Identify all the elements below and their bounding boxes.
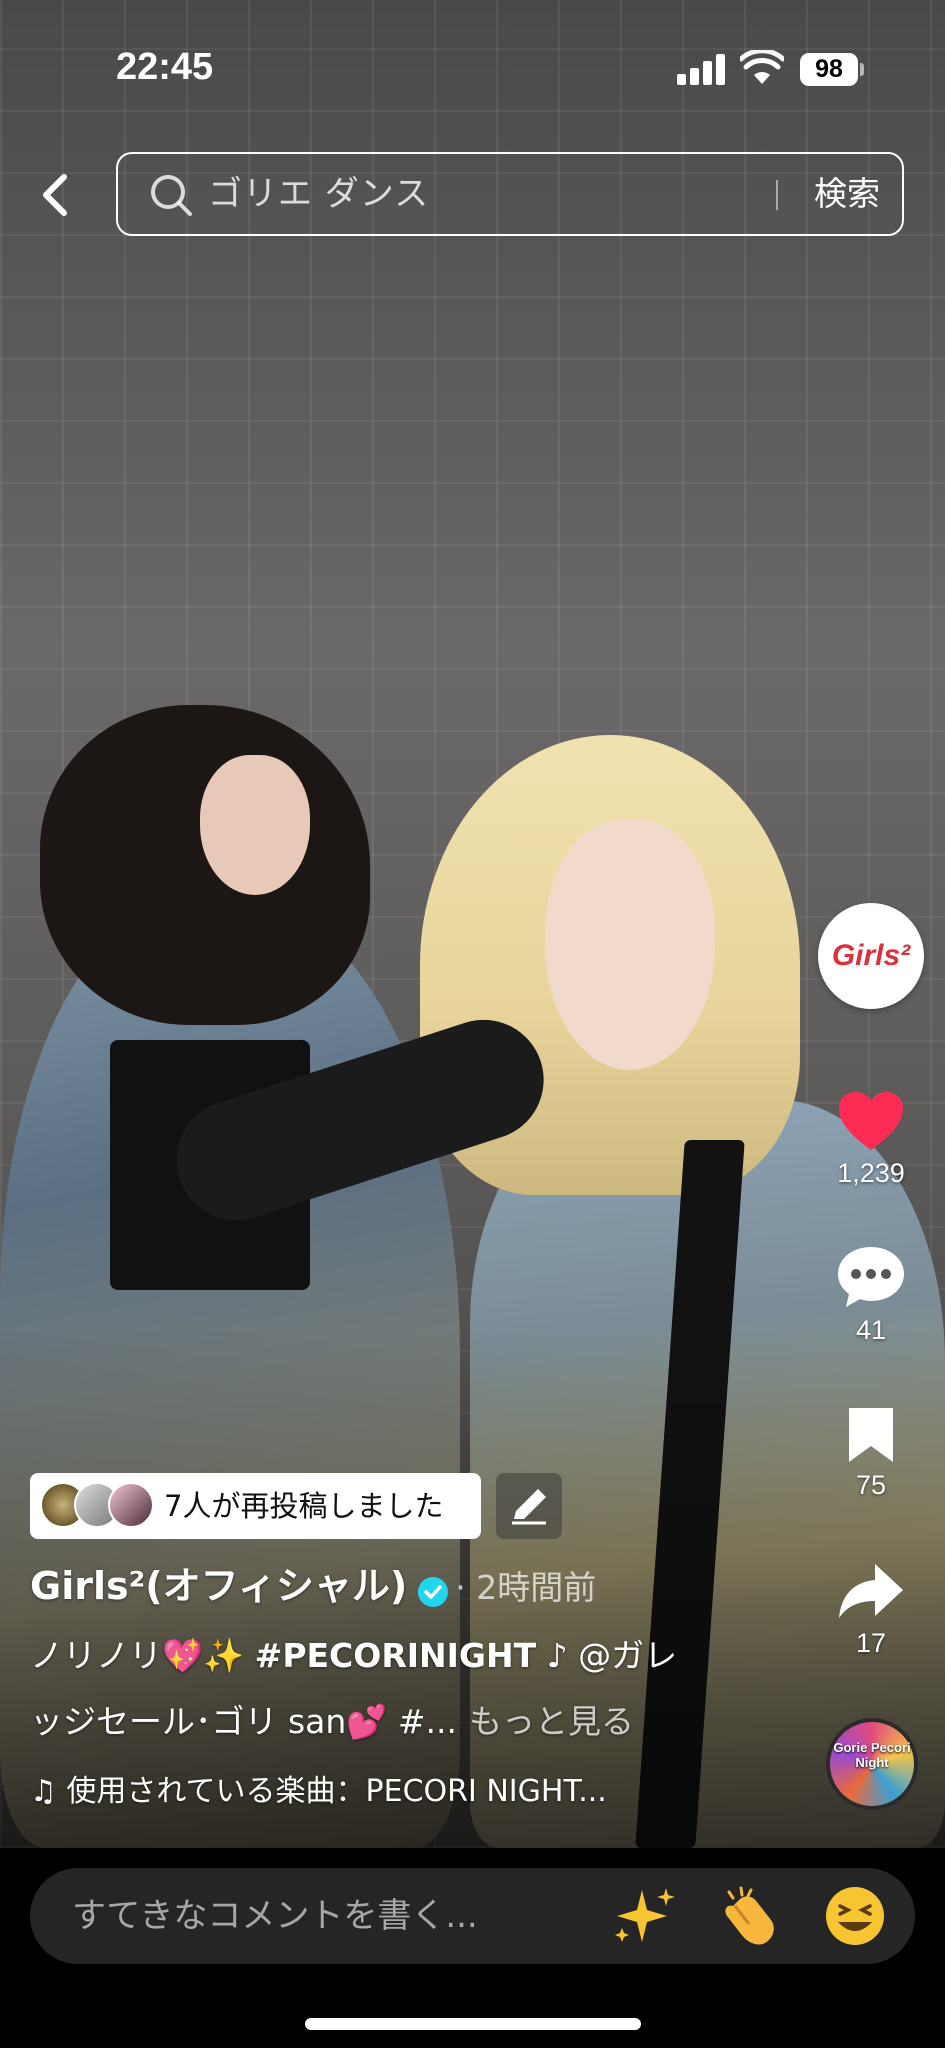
- caption-text: ッジセール･ゴリ san💕 #...: [30, 1702, 458, 1741]
- laughing-face-icon: [826, 1887, 884, 1945]
- share-arrow-icon: [839, 1564, 903, 1618]
- sparkles-icon: [615, 1888, 675, 1942]
- like-button[interactable]: 1,239: [816, 1088, 926, 1189]
- caption-line-2[interactable]: ッジセール･ゴリ san💕 #... もっと見る: [30, 1694, 634, 1750]
- edit-repost-button[interactable]: [496, 1473, 562, 1539]
- video-frame-detail: [40, 705, 370, 1025]
- see-more-link[interactable]: もっと見る: [469, 1702, 634, 1741]
- repost-banner[interactable]: 7人が再投稿しました: [30, 1473, 481, 1539]
- battery-cap: [860, 63, 864, 76]
- repost-avatar: [108, 1482, 154, 1528]
- status-bar: 22:45 98: [0, 0, 945, 140]
- creator-logo: Girls²: [831, 939, 911, 972]
- comment-input[interactable]: すてきなコメントを書く...: [30, 1868, 915, 1964]
- home-indicator[interactable]: [305, 2018, 641, 2030]
- music-disc-label: Gorie Pecori Night: [833, 1740, 911, 1770]
- comment-bar: すてきなコメントを書く...: [0, 1848, 945, 2048]
- caption-text: ノリノリ💖✨: [30, 1636, 255, 1675]
- post-time: · 2時間前: [455, 1568, 597, 1607]
- comment-placeholder: すてきなコメントを書く...: [72, 1896, 478, 1936]
- save-button[interactable]: 75: [816, 1404, 926, 1501]
- video-frame-detail: [545, 820, 715, 1070]
- video-frame-detail: [200, 755, 310, 895]
- search-button[interactable]: 検索: [794, 154, 900, 234]
- chevron-left-icon[interactable]: [28, 165, 82, 225]
- creator-avatar[interactable]: Girls²: [818, 903, 924, 1009]
- comment-button[interactable]: 41: [816, 1243, 926, 1346]
- pencil-icon: [512, 1489, 546, 1525]
- clapping-hands-icon: [725, 1886, 774, 1945]
- caption-line-1[interactable]: ノリノリ💖✨ #PECORINIGHT ♪ @ガレ: [30, 1628, 677, 1684]
- share-count: 17: [855, 1628, 887, 1658]
- signal-icon: [677, 53, 725, 85]
- status-time: 22:45: [116, 46, 214, 88]
- comment-count: 41: [855, 1315, 887, 1345]
- hashtag-link[interactable]: #PECORINIGHT: [255, 1636, 536, 1675]
- comment-icon: [838, 1247, 904, 1307]
- laughing-emoji-button[interactable]: [820, 1884, 890, 1948]
- wifi-icon: [740, 50, 784, 84]
- search-icon: [151, 175, 192, 216]
- heart-icon: [839, 1092, 903, 1150]
- like-count: 1,239: [837, 1158, 905, 1188]
- music-disc[interactable]: Gorie Pecori Night: [826, 1718, 918, 1810]
- author-line: Girls²(オフィシャル) · 2時間前: [30, 1560, 596, 1612]
- sparkles-emoji-button[interactable]: [610, 1884, 680, 1948]
- search-divider: [776, 180, 778, 210]
- search-input[interactable]: ゴリエ ダンス: [208, 154, 808, 234]
- music-info[interactable]: ♫ 使用されている楽曲：PECORI NIGHT...: [30, 1766, 607, 1818]
- repost-text: 7人が再投稿しました: [164, 1489, 444, 1523]
- author-name[interactable]: Girls²(オフィシャル): [30, 1564, 407, 1608]
- save-count: 75: [855, 1470, 887, 1500]
- clapping-emoji-button[interactable]: [715, 1884, 785, 1948]
- caption-text: ♪ @ガレ: [536, 1636, 678, 1675]
- search-bar[interactable]: ゴリエ ダンス 検索: [116, 152, 904, 236]
- verified-badge-icon: [418, 1576, 449, 1607]
- battery-icon: 98: [800, 53, 858, 86]
- bookmark-icon: [849, 1408, 893, 1462]
- share-button[interactable]: 17: [816, 1560, 926, 1659]
